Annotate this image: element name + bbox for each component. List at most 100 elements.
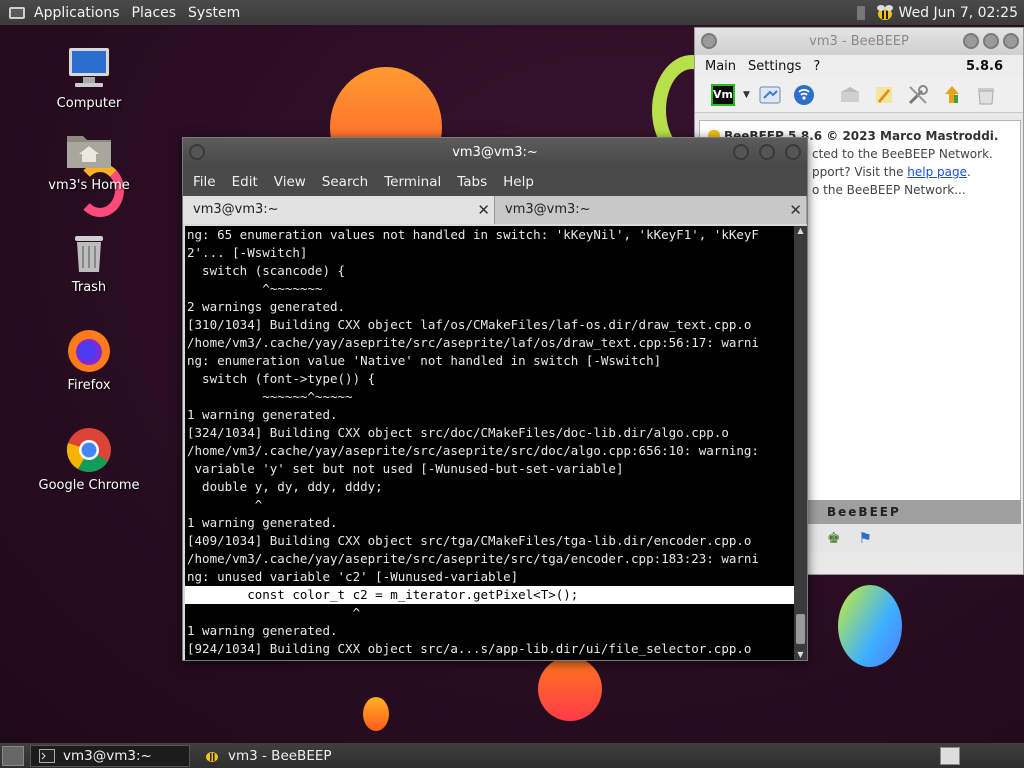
trash-icon [75, 236, 103, 272]
terminal-line: [324/1034] Building CXX object src/doc/C… [187, 425, 729, 440]
clock[interactable]: Wed Jun 7, 02:25 [899, 5, 1018, 21]
terminal-line: [310/1034] Building CXX object laf/os/CM… [187, 317, 752, 332]
desktop-icon-chrome[interactable]: Google Chrome [34, 426, 144, 493]
places-menu[interactable]: Places [126, 5, 183, 21]
terminal-line: 1 warning generated. [187, 407, 338, 422]
menu-main[interactable]: Main [695, 59, 742, 74]
scroll-up-icon[interactable]: ▲ [794, 226, 807, 236]
terminal-line: const color_t c2 = m_iterator.getPixel<T… [185, 586, 794, 604]
desktop-icon-firefox[interactable]: Firefox [34, 326, 144, 393]
terminal-line: ^ [187, 497, 263, 512]
chrome-icon [66, 428, 111, 472]
maximize-button[interactable] [759, 144, 775, 160]
wallpaper-orange-circle [538, 657, 602, 721]
desktop-icon-label: Google Chrome [38, 478, 140, 493]
beebeep-toolbar: Vm ▼ [695, 77, 1023, 113]
desktop-icon-label: Trash [71, 280, 107, 295]
close-button[interactable] [785, 144, 801, 160]
terminal-tab[interactable]: vm3@vm3:~ ✕ [183, 196, 495, 224]
version-label: 5.8.6 [965, 58, 1003, 74]
desktop-icon-label: Firefox [67, 378, 111, 393]
menu-help[interactable]: ? [807, 59, 826, 74]
user-status-badge: Vm [711, 83, 735, 106]
terminal-tab[interactable]: vm3@vm3:~ ✕ [495, 196, 807, 224]
tools-icon[interactable] [904, 81, 932, 109]
terminal-output[interactable]: ng: 65 enumeration values not handled in… [185, 226, 794, 660]
applications-menu[interactable]: Applications [28, 5, 126, 21]
terminal-line: 2 warnings generated. [187, 299, 346, 314]
taskbar-item-beebeep[interactable]: vm3 - BeeBEEP [196, 745, 340, 767]
terminal-line: switch (font->type()) { [187, 371, 376, 386]
terminal-titlebar[interactable]: vm3@vm3:~ [183, 138, 807, 168]
update-icon[interactable] [938, 81, 966, 109]
terminal-line: ng: unused variable 'c2' [-Wunused-varia… [187, 569, 519, 584]
bin-icon[interactable] [972, 81, 1000, 109]
desktop-icon-label: Computer [56, 96, 122, 111]
desktop-icon-computer[interactable]: Computer [34, 44, 144, 111]
workspace-switcher[interactable] [940, 746, 960, 765]
computer-icon [69, 48, 109, 87]
beebeep-titlebar[interactable]: vm3 - BeeBEEP [695, 28, 1023, 55]
scroll-down-icon[interactable]: ▼ [794, 650, 807, 660]
window-menu-button[interactable] [701, 33, 717, 49]
wallpaper-gradient-oval [838, 585, 902, 667]
window-menu-button[interactable] [189, 144, 205, 160]
top-panel: Applications Places System Wed Jun 7, 02… [0, 0, 1024, 25]
bee-icon [206, 751, 218, 762]
terminal-line: /home/vm3/.cache/yay/aseprite/src/asepri… [187, 443, 759, 458]
scroll-thumb[interactable] [796, 614, 805, 644]
desktop-icon-home[interactable]: vm3's Home [34, 126, 144, 193]
menu-view[interactable]: View [266, 174, 314, 190]
minimize-button[interactable] [733, 144, 749, 160]
broadcast-icon[interactable] [836, 81, 864, 109]
network-icon[interactable] [790, 81, 818, 109]
terminal-tabbar: vm3@vm3:~ ✕ vm3@vm3:~ ✕ [183, 196, 807, 224]
terminal-line: variable 'y' set but not used [-Wunused-… [187, 461, 624, 476]
chat-icon[interactable]: ⚑ [858, 529, 871, 547]
terminal-menubar: File Edit View Search Terminal Tabs Help [183, 168, 807, 196]
close-button[interactable] [1003, 33, 1019, 49]
system-menu[interactable]: System [182, 5, 246, 21]
main-menu-icon[interactable] [6, 4, 28, 22]
menu-terminal[interactable]: Terminal [376, 174, 449, 190]
beebeep-logo-text: BeeBEEP [827, 505, 901, 519]
help-page-link[interactable]: help page [907, 165, 967, 179]
menu-tabs[interactable]: Tabs [449, 174, 495, 190]
beebeep-tray-icon[interactable] [875, 4, 895, 22]
terminal-line: 2'... [-Wswitch] [187, 245, 308, 260]
menu-settings[interactable]: Settings [742, 59, 807, 74]
users-icon[interactable]: ♚ [827, 529, 840, 547]
tab-label: vm3@vm3:~ [505, 202, 591, 217]
taskbar-item-label: vm3@vm3:~ [63, 747, 152, 764]
terminal-line: ^~~~~~~~ [187, 281, 323, 296]
beebeep-menubar: Main Settings ? 5.8.6 [695, 55, 1023, 77]
terminal-window: vm3@vm3:~ File Edit View Search Terminal… [182, 137, 808, 661]
taskbar-item-terminal[interactable]: vm3@vm3:~ [30, 744, 190, 767]
menu-file[interactable]: File [183, 174, 224, 190]
menu-search[interactable]: Search [314, 174, 376, 190]
terminal-line: 1 warning generated. [187, 623, 338, 638]
window-title: vm3@vm3:~ [452, 145, 538, 160]
maximize-button[interactable] [983, 33, 999, 49]
minimize-button[interactable] [963, 33, 979, 49]
tab-close-icon[interactable]: ✕ [789, 196, 802, 224]
terminal-scrollbar[interactable]: ▲ ▼ [794, 226, 807, 660]
show-desktop-icon[interactable] [2, 745, 24, 766]
menu-edit[interactable]: Edit [224, 174, 266, 190]
firefox-icon [68, 330, 110, 372]
tab-close-icon[interactable]: ✕ [477, 196, 490, 224]
desktop-icon-label: vm3's Home [48, 178, 130, 193]
status-button[interactable]: Vm [709, 81, 737, 109]
desktop-icon-trash[interactable]: Trash [34, 228, 144, 295]
edit-icon[interactable] [870, 81, 898, 109]
tray-handle-icon[interactable] [856, 5, 865, 20]
terminal-line: /home/vm3/.cache/yay/aseprite/src/asepri… [187, 335, 759, 350]
bottom-taskbar: vm3@vm3:~ vm3 - BeeBEEP [0, 743, 1024, 768]
wallpaper-small-oval [363, 697, 389, 731]
tab-label: vm3@vm3:~ [193, 202, 279, 217]
terminal-line: ^ [187, 605, 361, 620]
status-dropdown-arrow-icon[interactable]: ▼ [743, 90, 750, 100]
terminal-line: ng: 65 enumeration values not handled in… [187, 227, 759, 242]
profile-card-icon[interactable] [756, 81, 784, 109]
menu-help[interactable]: Help [495, 174, 542, 190]
